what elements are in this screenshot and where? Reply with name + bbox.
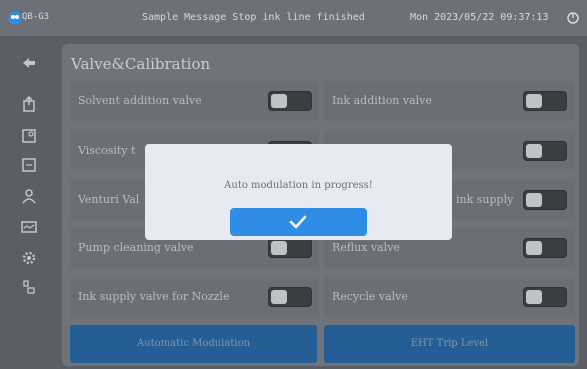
- status-message: Sample Message Stop ink line finished: [142, 12, 365, 23]
- status-bar: QB-G3 Sample Message Stop ink line finis…: [0, 0, 587, 37]
- valve-row: Recycle valve: [324, 277, 575, 317]
- export-icon[interactable]: [21, 96, 37, 112]
- recycle-valve-toggle[interactable]: [523, 287, 567, 307]
- valve-label: Ink supply valve for Nozzle: [78, 290, 230, 303]
- gear-icon[interactable]: [21, 250, 37, 266]
- edit-doc-icon[interactable]: [21, 157, 37, 173]
- datetime: Mon 2023/05/22 09:37:13: [410, 12, 549, 23]
- page-title: Valve&Calibration: [71, 55, 211, 73]
- monitor-icon[interactable]: [21, 219, 37, 235]
- reflux-valve-toggle[interactable]: [523, 238, 567, 258]
- valve-label: Viscosity t: [78, 144, 136, 157]
- back-icon[interactable]: [21, 55, 37, 71]
- valve-label: ink supply: [456, 193, 514, 206]
- solvent-addition-valve-toggle[interactable]: [268, 91, 312, 111]
- valve-row: Solvent addition valve: [70, 81, 319, 121]
- valve-label: Reflux valve: [332, 241, 400, 254]
- filter-icon[interactable]: [21, 279, 37, 295]
- progress-dialog: Auto modulation in progress!: [145, 144, 452, 240]
- confirm-button[interactable]: [230, 208, 367, 236]
- settings-doc-icon[interactable]: [21, 128, 37, 144]
- automatic-modulation-button[interactable]: Automatic Modulation: [70, 325, 317, 363]
- valve-label: Solvent addition valve: [78, 94, 202, 107]
- pump-cleaning-valve-toggle[interactable]: [268, 238, 312, 258]
- valve-row: Ink supply valve for Nozzle: [70, 277, 319, 317]
- user-icon[interactable]: [21, 188, 37, 204]
- sidebar: [0, 38, 58, 369]
- valve-toggle[interactable]: [523, 141, 567, 161]
- check-icon: [289, 215, 307, 229]
- valve-label: Ink addition valve: [332, 94, 432, 107]
- model-name: QB-G3: [22, 12, 50, 22]
- ink-addition-valve-toggle[interactable]: [523, 91, 567, 111]
- ink-supply-valve-toggle[interactable]: [523, 190, 567, 210]
- valve-row: Ink addition valve: [324, 81, 575, 121]
- power-icon[interactable]: [567, 12, 579, 24]
- valve-label: Venturi Val: [78, 193, 140, 206]
- dialog-message: Auto modulation in progress!: [224, 180, 373, 191]
- ink-supply-nozzle-valve-toggle[interactable]: [268, 287, 312, 307]
- valve-label: Pump cleaning valve: [78, 241, 194, 254]
- eht-trip-level-button[interactable]: EHT Trip Level: [324, 325, 575, 363]
- logo-icon: [8, 11, 22, 25]
- valve-label: Recycle valve: [332, 290, 408, 303]
